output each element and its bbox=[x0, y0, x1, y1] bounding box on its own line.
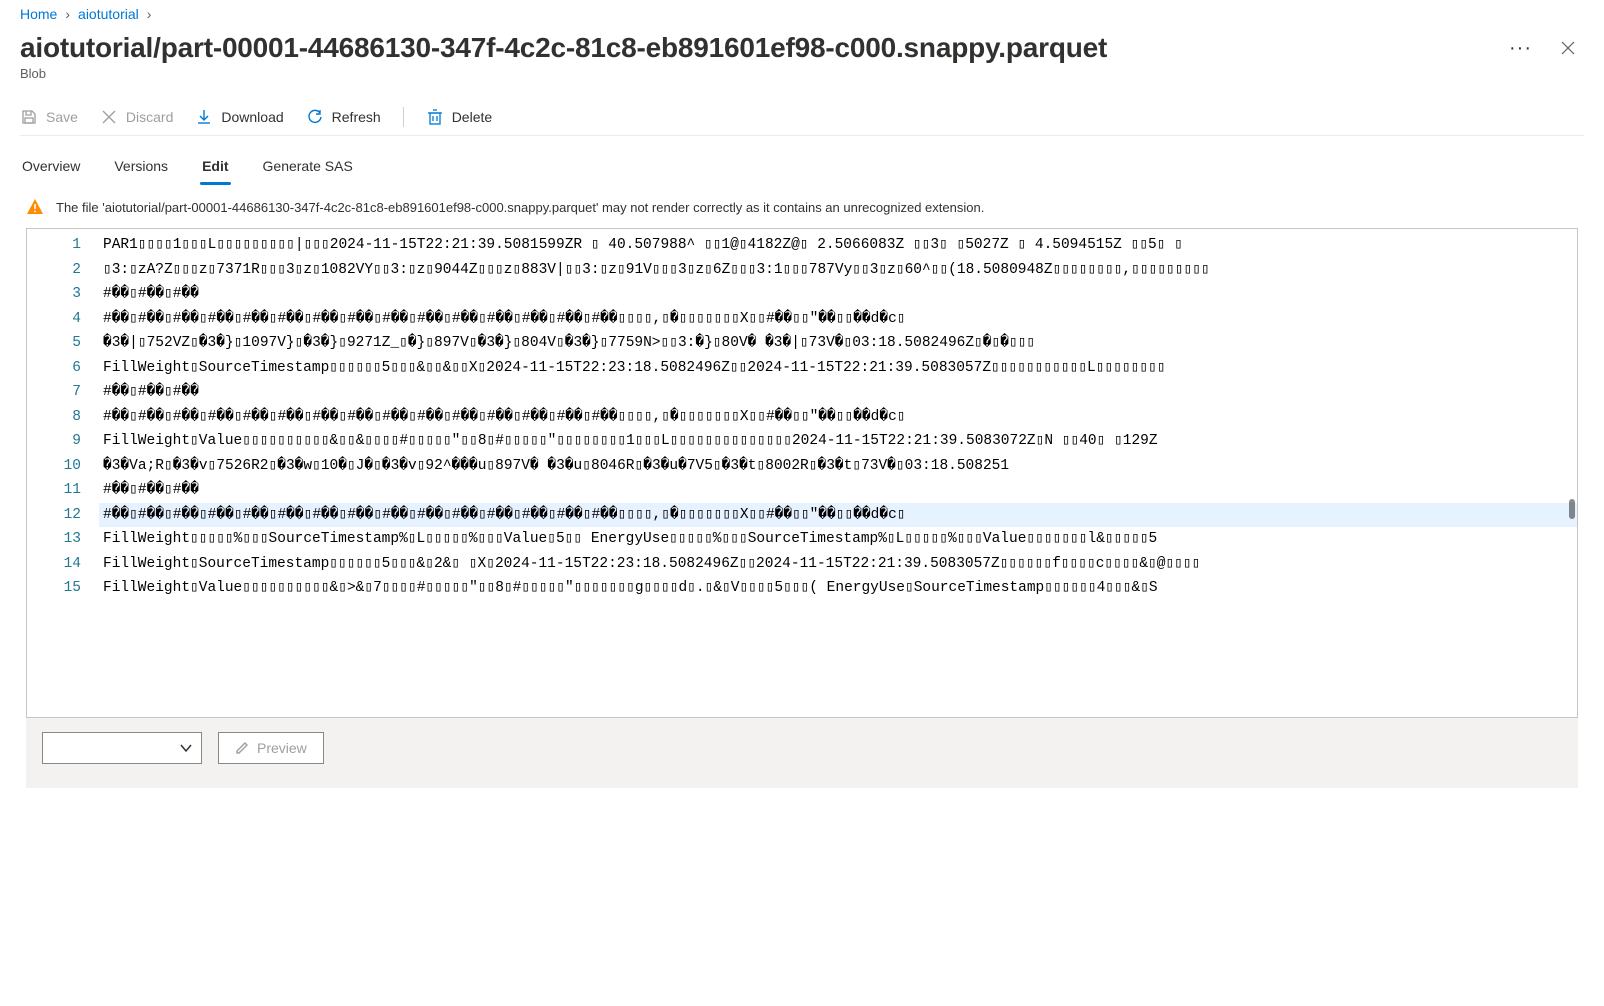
refresh-icon bbox=[306, 108, 324, 126]
tabs: Overview Versions Edit Generate SAS bbox=[20, 136, 1584, 184]
subtitle: Blob bbox=[20, 64, 1584, 99]
save-label: Save bbox=[46, 109, 78, 125]
preview-button: Preview bbox=[218, 732, 324, 764]
line-gutter: 123456789101112131415 bbox=[27, 229, 99, 717]
discard-label: Discard bbox=[126, 109, 173, 125]
download-button[interactable]: Download bbox=[195, 108, 283, 126]
code-content[interactable]: PAR1▯▯▯▯1▯▯▯L▯▯▯▯▯▯▯▯▯|▯▯▯2024-11-15T22:… bbox=[99, 229, 1577, 717]
toolbar: Save Discard Download Refresh bbox=[20, 99, 1584, 136]
download-label: Download bbox=[221, 109, 283, 125]
chevron-right-icon: › bbox=[65, 6, 70, 22]
delete-label: Delete bbox=[452, 109, 492, 125]
discard-button: Discard bbox=[100, 108, 173, 126]
download-icon bbox=[195, 108, 213, 126]
page-title: aiotutorial/part-00001-44686130-347f-4c2… bbox=[20, 32, 1107, 64]
tab-overview[interactable]: Overview bbox=[20, 150, 82, 184]
chevron-down-icon bbox=[179, 741, 193, 755]
preview-label: Preview bbox=[257, 740, 307, 756]
language-dropdown[interactable] bbox=[42, 732, 202, 764]
warning-text: The file 'aiotutorial/part-00001-4468613… bbox=[56, 200, 984, 215]
refresh-button[interactable]: Refresh bbox=[306, 108, 381, 126]
tab-edit[interactable]: Edit bbox=[200, 150, 230, 184]
save-button: Save bbox=[20, 108, 78, 126]
delete-button[interactable]: Delete bbox=[426, 108, 492, 126]
pencil-icon bbox=[235, 741, 249, 755]
close-icon[interactable] bbox=[1560, 40, 1576, 56]
breadcrumb: Home › aiotutorial › bbox=[20, 0, 1584, 26]
delete-icon bbox=[426, 108, 444, 126]
discard-icon bbox=[100, 108, 118, 126]
warning-banner: The file 'aiotutorial/part-00001-4468613… bbox=[20, 184, 1584, 228]
bottom-bar: Preview bbox=[26, 718, 1578, 788]
scrollbar-thumb[interactable] bbox=[1569, 499, 1575, 519]
more-icon[interactable]: ··· bbox=[1509, 37, 1532, 60]
refresh-label: Refresh bbox=[332, 109, 381, 125]
breadcrumb-home[interactable]: Home bbox=[20, 6, 57, 22]
separator bbox=[403, 107, 404, 127]
tab-versions[interactable]: Versions bbox=[112, 150, 170, 184]
warning-icon bbox=[26, 198, 44, 216]
tab-generate-sas[interactable]: Generate SAS bbox=[261, 150, 355, 184]
breadcrumb-aiotutorial[interactable]: aiotutorial bbox=[78, 6, 139, 22]
save-icon bbox=[20, 108, 38, 126]
editor[interactable]: 123456789101112131415 PAR1▯▯▯▯1▯▯▯L▯▯▯▯▯… bbox=[26, 228, 1578, 718]
chevron-right-icon: › bbox=[147, 6, 152, 22]
